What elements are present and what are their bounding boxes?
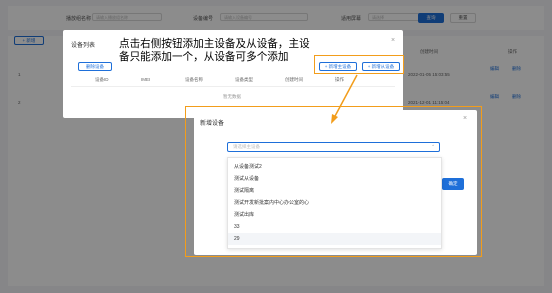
arrow-icon: [331, 74, 358, 124]
arrow-head: [331, 114, 338, 124]
arrow-line: [333, 74, 358, 119]
